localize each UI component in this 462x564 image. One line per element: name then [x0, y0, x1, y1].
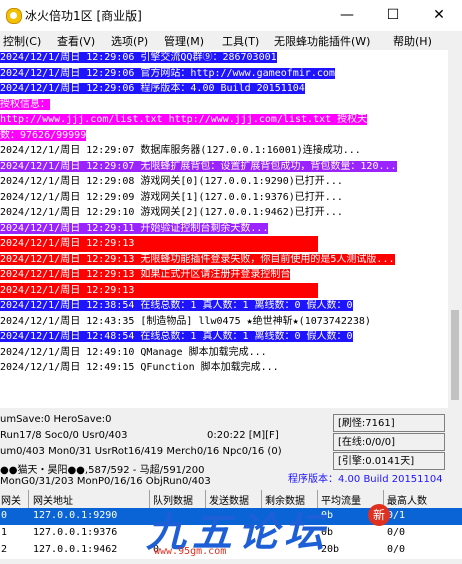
log-line: 数：97626/99999	[0, 128, 448, 144]
col-address[interactable]: 网关地址	[33, 492, 73, 507]
log-line: 2024/12/1/周日 12:48:54 在线总数：1 真人数：1 离线数：0…	[0, 329, 448, 345]
log-line: 2024/12/1/周日 12:29:08 游戏网关[0](127.0.0.1:…	[0, 174, 448, 190]
gateway-id: 1	[1, 527, 8, 538]
log-line-text: 2024/12/1/周日 12:29:09 游戏网关[1](127.0.0.1:…	[0, 191, 343, 203]
player-stats: ●●猫天・昊阳●●,587/592 - 马超/591/200	[0, 465, 205, 476]
menu-control[interactable]: 控制(C)	[3, 33, 41, 49]
menu-bar: 控制(C) 查看(V) 选项(P) 管理(M) 工具(T) 无限蜂功能插件(W)…	[0, 31, 462, 50]
refresh-counter: [刷怪:7161]	[333, 414, 445, 432]
log-line-text: 2024/12/1/周日 12:38:54 在线总数：1 真人数：1 离线数：0…	[0, 300, 353, 311]
log-line-text: 2024/12/1/周日 12:29:10 游戏网关[2](127.0.0.1:…	[0, 207, 343, 218]
log-line: 2024/12/1/周日 12:29:06 程序版本：4.00 Build 20…	[0, 81, 448, 97]
log-line: 2024/12/1/周日 12:29:06 引擎交流QQ群⑨：286703001	[0, 50, 448, 66]
menu-manage[interactable]: 管理(M)	[164, 33, 204, 49]
log-line: 2024/12/1/周日 12:29:13	[0, 236, 448, 252]
log-line-text: 2024/12/1/周日 12:29:11 开始验证控制台剩余天数...	[0, 222, 269, 234]
log-line-text: 2024/12/1/周日 12:29:13 如果正式开区请注册并登录控制台	[0, 269, 291, 280]
log-line-text: 2024/12/1/周日 12:29:13	[0, 236, 318, 252]
log-line-text: 授权信息：	[0, 98, 50, 110]
gateway-address: 127.0.0.1:9290	[33, 510, 118, 521]
menu-options[interactable]: 选项(P)	[111, 33, 148, 49]
log-line-text: 2024/12/1/周日 12:29:06 官方网站：http://www.ga…	[0, 67, 335, 79]
log-line: 2024/12/1/周日 12:29:11 开始验证控制台剩余天数...	[0, 221, 448, 237]
log-line: 2024/12/1/周日 12:49:10 QManage 脚本加载完成...	[0, 345, 448, 361]
gateway-id: 0	[1, 510, 8, 521]
monster-stats: MonG0/31/203 MonP0/16/16 ObjRun0/403	[0, 476, 211, 487]
watermark-url: www.95gm.com	[154, 546, 227, 557]
run-stats: Run17/8 Soc0/0 Usr0/403	[0, 430, 128, 441]
log-line: 2024/12/1/周日 12:38:54 在线总数：1 真人数：1 离线数：0…	[0, 298, 448, 314]
maximize-button[interactable]: ☐	[370, 0, 416, 31]
window-title: 冰火倍功1区 [商业版]	[25, 9, 142, 23]
log-line: 2024/12/1/周日 12:29:07 无限蜂扩展背包：设置扩展背包成功，背…	[0, 159, 448, 175]
log-line: http://www.jjj.com/list.txt http://www.j…	[0, 112, 448, 128]
menu-tools[interactable]: 工具(T)	[222, 33, 259, 49]
log-line-text: 2024/12/1/周日 12:29:13	[0, 282, 318, 298]
save-stats: umSave:0 HeroSave:0	[0, 414, 112, 425]
uptime: 0:20:22 [M][F]	[207, 430, 279, 441]
log-scrollbar[interactable]	[448, 50, 462, 408]
log-line-text: 2024/12/1/周日 12:29:06 引擎交流QQ群⑨：286703001	[0, 52, 277, 63]
log-line-text: 2024/12/1/周日 12:29:13 无限蜂功能插件登录失败，你目前使用的…	[0, 253, 395, 265]
log-line-text: 2024/12/1/周日 12:49:10 QManage 脚本加载完成...	[0, 346, 267, 358]
minimize-button[interactable]: —	[324, 0, 370, 31]
log-line: 2024/12/1/周日 12:43:35 [制造物品] llw0475 ★绝世…	[0, 314, 448, 330]
menu-view[interactable]: 查看(V)	[57, 33, 95, 49]
log-line-text: 2024/12/1/周日 12:29:07 无限蜂扩展背包：设置扩展背包成功，背…	[0, 160, 397, 172]
log-line: 2024/12/1/周日 12:29:13 无限蜂功能插件登录失败，你目前使用的…	[0, 252, 448, 268]
log-line: 2024/12/1/周日 12:29:06 官方网站：http://www.ga…	[0, 66, 448, 82]
log-line-text: 2024/12/1/周日 12:43:35 [制造物品] llw0475 ★绝世…	[0, 315, 371, 327]
log-line: 2024/12/1/周日 12:29:07 数据库服务器(127.0.0.1:1…	[0, 143, 448, 159]
menu-help[interactable]: 帮助(H)	[393, 33, 432, 49]
log-line-text: 2024/12/1/周日 12:49:15 QFunction 脚本加载完成..…	[0, 362, 279, 373]
online-counter: [在线:0/0/0]	[333, 433, 445, 451]
scrollbar-thumb[interactable]	[451, 310, 459, 400]
log-line-text: 2024/12/1/周日 12:48:54 在线总数：1 真人数：1 离线数：0…	[0, 331, 353, 342]
title-bar: 冰火倍功1区 [商业版] — ☐ ✕	[0, 0, 462, 31]
log-line-text: 2024/12/1/周日 12:29:06 程序版本：4.00 Build 20…	[0, 83, 305, 94]
server-log[interactable]: 2024/12/1/周日 12:29:06 引擎交流QQ群⑨：286703001…	[0, 50, 448, 408]
log-line: 2024/12/1/周日 12:29:13 如果正式开区请注册并登录控制台	[0, 267, 448, 283]
program-version: 程序版本：4.00 Build 20151104	[288, 474, 443, 485]
gateway-id: 2	[1, 544, 8, 555]
log-line: 2024/12/1/周日 12:49:15 QFunction 脚本加载完成..…	[0, 360, 448, 376]
app-icon	[6, 8, 22, 24]
gateway-address: 127.0.0.1:9462	[33, 544, 118, 555]
log-line: 2024/12/1/周日 12:29:09 游戏网关[1](127.0.0.1:…	[0, 190, 448, 206]
log-line-text: 2024/12/1/周日 12:29:07 数据库服务器(127.0.0.1:1…	[0, 145, 361, 156]
log-line: 2024/12/1/周日 12:29:10 游戏网关[2](127.0.0.1:…	[0, 205, 448, 221]
log-line: 2024/12/1/周日 12:29:13	[0, 282, 448, 298]
gateway-address: 127.0.0.1:9376	[33, 527, 118, 538]
watermark-badge: 新	[368, 504, 390, 526]
site-watermark: 九五论坛 新 www.95gm.com	[140, 500, 430, 564]
engine-counter: [引擎:0.0141天]	[333, 452, 445, 470]
log-line-text: http://www.jjj.com/list.txt http://www.j…	[0, 114, 368, 125]
log-line: 授权信息：	[0, 97, 448, 113]
log-line-text: 数：97626/99999	[0, 129, 87, 141]
log-line-text: 2024/12/1/周日 12:29:08 游戏网关[0](127.0.0.1:…	[0, 176, 343, 187]
user-stats: um0/403 Mon0/31 UsrRot16/419 Merch0/16 N…	[0, 446, 282, 457]
close-button[interactable]: ✕	[416, 0, 462, 31]
menu-plugin[interactable]: 无限蜂功能插件(W)	[274, 33, 370, 49]
col-gateway[interactable]: 网关	[1, 492, 21, 507]
